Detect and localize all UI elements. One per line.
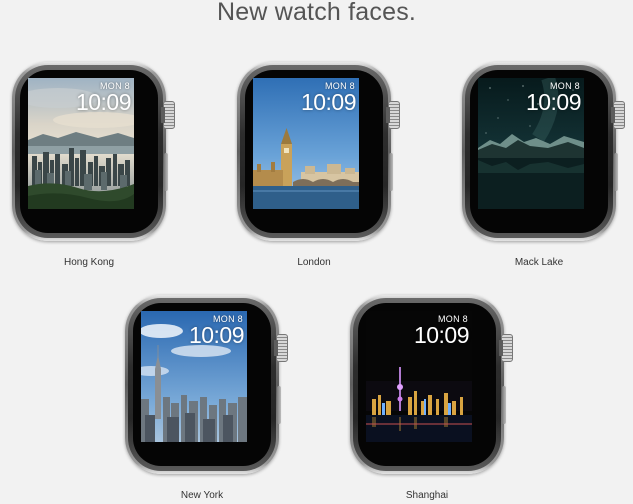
digital-crown — [161, 101, 175, 129]
watch-mack-lake[interactable]: MON 8 10:09 Mack Lake — [462, 62, 633, 268]
watch-label: Hong Kong — [63, 257, 115, 268]
watch-label: Shanghai — [405, 490, 449, 501]
digital-crown — [274, 334, 288, 362]
side-button — [389, 153, 393, 191]
side-button — [502, 386, 506, 424]
watch-label: Mack Lake — [514, 257, 564, 268]
page-title: New watch faces. — [216, 0, 417, 26]
side-button — [277, 386, 281, 424]
watch-shanghai[interactable]: MON 8 10:09 Shanghai — [350, 295, 525, 501]
watch-screen-new-york: MON 8 10:09 — [141, 311, 247, 442]
watch-new-york[interactable]: MON 8 10:09 New York — [125, 295, 300, 501]
watch-screen-shanghai: MON 8 10:09 — [366, 311, 472, 442]
digital-crown — [386, 101, 400, 129]
watch-time: 10:09 — [188, 322, 245, 348]
watch-time: 10:09 — [525, 89, 582, 115]
side-button — [614, 153, 618, 191]
digital-crown — [611, 101, 625, 129]
watch-screen-mack-lake: MON 8 10:09 — [478, 78, 584, 209]
watch-time: 10:09 — [75, 89, 132, 115]
watch-label: New York — [180, 490, 224, 501]
watch-london[interactable]: MON 8 10:09 London — [237, 62, 412, 268]
watch-hong-kong[interactable]: MON 8 10:09 Hong Kong — [12, 62, 187, 268]
watch-screen-london: MON 8 10:09 — [253, 78, 359, 209]
digital-crown — [499, 334, 513, 362]
watch-time: 10:09 — [300, 89, 357, 115]
watch-time: 10:09 — [413, 322, 470, 348]
watch-screen-hong-kong: MON 8 10:09 — [28, 78, 134, 209]
side-button — [164, 153, 168, 191]
watch-label: London — [297, 257, 331, 268]
